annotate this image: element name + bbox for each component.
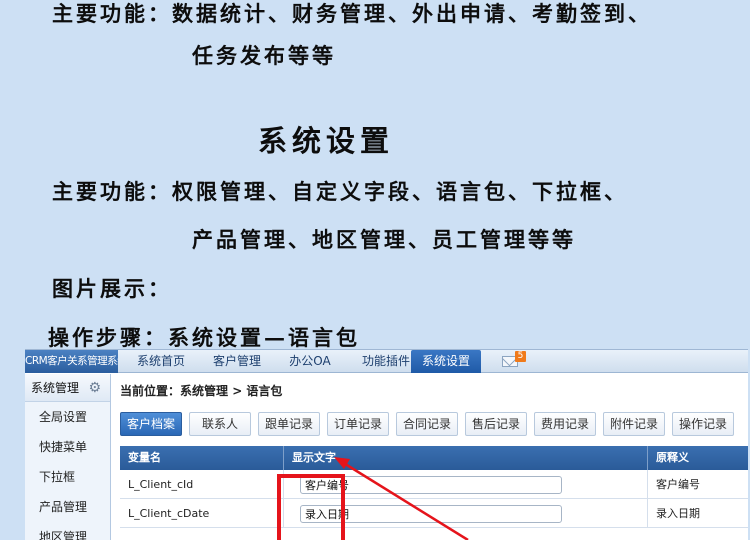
sidebar: 系统管理 ⚙ 全局设置 快捷菜单 下拉框 产品管理 地区管理 <box>25 374 111 540</box>
column-header-variable[interactable]: 变量名 <box>120 446 284 470</box>
promo-image-caption: 图片展示： <box>52 276 172 301</box>
column-header-original-meaning[interactable]: 原释义 <box>648 446 748 470</box>
column-header-display-text[interactable]: 显示文字 <box>284 446 648 470</box>
nav-tab-customers[interactable]: 客户管理 <box>199 350 275 373</box>
promo-feature-line-3: 主要功能：权限管理、自定义字段、语言包、下拉框、 <box>52 179 628 204</box>
nav-tab-home[interactable]: 系统首页 <box>123 350 199 373</box>
table-header: 变量名 显示文字 原释义 <box>120 446 748 470</box>
table-row: L_Client_cId 客户编号 <box>120 470 748 499</box>
promo-section-title: 系统设置 <box>258 124 395 158</box>
tab-operation-records[interactable]: 操作记录 <box>672 412 734 436</box>
promo-steps-caption: 操作步骤：系统设置—语言包 <box>48 325 360 350</box>
tab-attachment-records[interactable]: 附件记录 <box>603 412 665 436</box>
top-nav-bar: CRM客户关系管理系统 系统首页 客户管理 办公OA 功能插件 系统设置 5 <box>25 350 748 373</box>
tab-expense-records[interactable]: 费用记录 <box>534 412 596 436</box>
nav-tab-system-settings[interactable]: 系统设置 <box>411 350 481 373</box>
tab-followup-records[interactable]: 跟单记录 <box>258 412 320 436</box>
breadcrumb-prefix: 当前位置： <box>120 384 181 398</box>
sidebar-item-global-settings[interactable]: 全局设置 <box>25 402 110 432</box>
sidebar-item-dropdown[interactable]: 下拉框 <box>25 462 110 492</box>
sidebar-item-region-management[interactable]: 地区管理 <box>25 522 110 540</box>
cell-original-meaning: 录入日期 <box>656 507 700 520</box>
nav-tab-office[interactable]: 办公OA <box>275 350 345 373</box>
promo-feature-line-1: 主要功能：数据统计、财务管理、外出申请、考勤签到、 <box>52 1 652 26</box>
breadcrumb-path: 系统管理 > 语言包 <box>180 384 283 398</box>
tab-contacts[interactable]: 联系人 <box>189 412 251 436</box>
breadcrumb: 当前位置：系统管理 > 语言包 <box>120 382 282 399</box>
table-row: L_Client_cDate 录入日期 <box>120 499 748 528</box>
mail-count-badge: 5 <box>515 351 526 362</box>
promo-feature-line-4: 产品管理、地区管理、员工管理等等 <box>192 227 576 252</box>
red-highlight-box <box>277 474 345 540</box>
sidebar-item-shortcut-menu[interactable]: 快捷菜单 <box>25 432 110 462</box>
cell-original-meaning: 客户编号 <box>656 478 700 491</box>
sidebar-header: 系统管理 ⚙ <box>25 374 110 402</box>
cell-variable-name: L_Client_cId <box>120 470 284 499</box>
promo-feature-line-2: 任务发布等等 <box>192 43 336 68</box>
gear-icon[interactable]: ⚙ <box>88 381 101 395</box>
tab-customer-profile[interactable]: 客户档案 <box>120 412 182 436</box>
tab-order-records[interactable]: 订单记录 <box>327 412 389 436</box>
cell-variable-name: L_Client_cDate <box>120 499 284 528</box>
sidebar-item-product-management[interactable]: 产品管理 <box>25 492 110 522</box>
tab-contract-records[interactable]: 合同记录 <box>396 412 458 436</box>
app-logo: CRM客户关系管理系统 <box>25 350 118 373</box>
tab-aftersales-records[interactable]: 售后记录 <box>465 412 527 436</box>
main-panel: 当前位置：系统管理 > 语言包 客户档案 联系人 跟单记录 订单记录 合同记录 … <box>112 374 748 540</box>
crm-app-screenshot: CRM客户关系管理系统 系统首页 客户管理 办公OA 功能插件 系统设置 5 系… <box>25 349 748 540</box>
sidebar-title: 系统管理 <box>31 381 80 395</box>
